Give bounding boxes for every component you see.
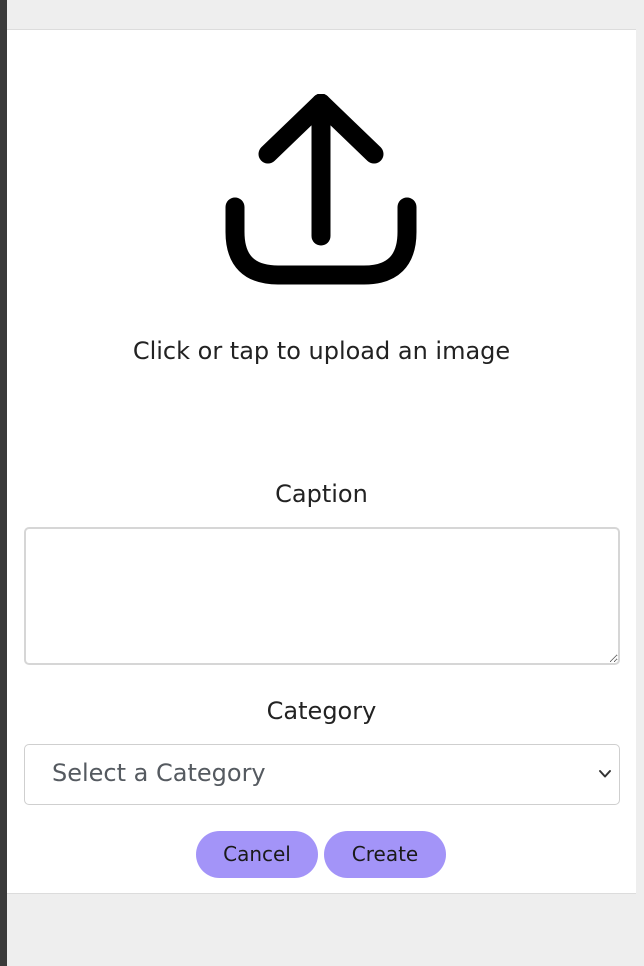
create-post-card: Click or tap to upload an image Caption … — [7, 29, 636, 894]
left-edge-strip — [0, 0, 7, 966]
caption-textarea[interactable] — [24, 527, 620, 665]
upload-icon — [225, 94, 417, 285]
caption-label: Caption — [275, 480, 368, 508]
category-label: Category — [266, 697, 377, 725]
cancel-button[interactable]: Cancel — [196, 831, 318, 878]
category-select[interactable]: Select a Category — [24, 744, 620, 805]
category-selected-value: Select a Category — [52, 759, 266, 787]
create-button[interactable]: Create — [324, 831, 446, 878]
page: Click or tap to upload an image Caption … — [0, 0, 644, 966]
chevron-down-icon — [599, 770, 611, 778]
image-upload-area[interactable]: Click or tap to upload an image — [7, 30, 636, 410]
upload-prompt: Click or tap to upload an image — [132, 337, 511, 365]
